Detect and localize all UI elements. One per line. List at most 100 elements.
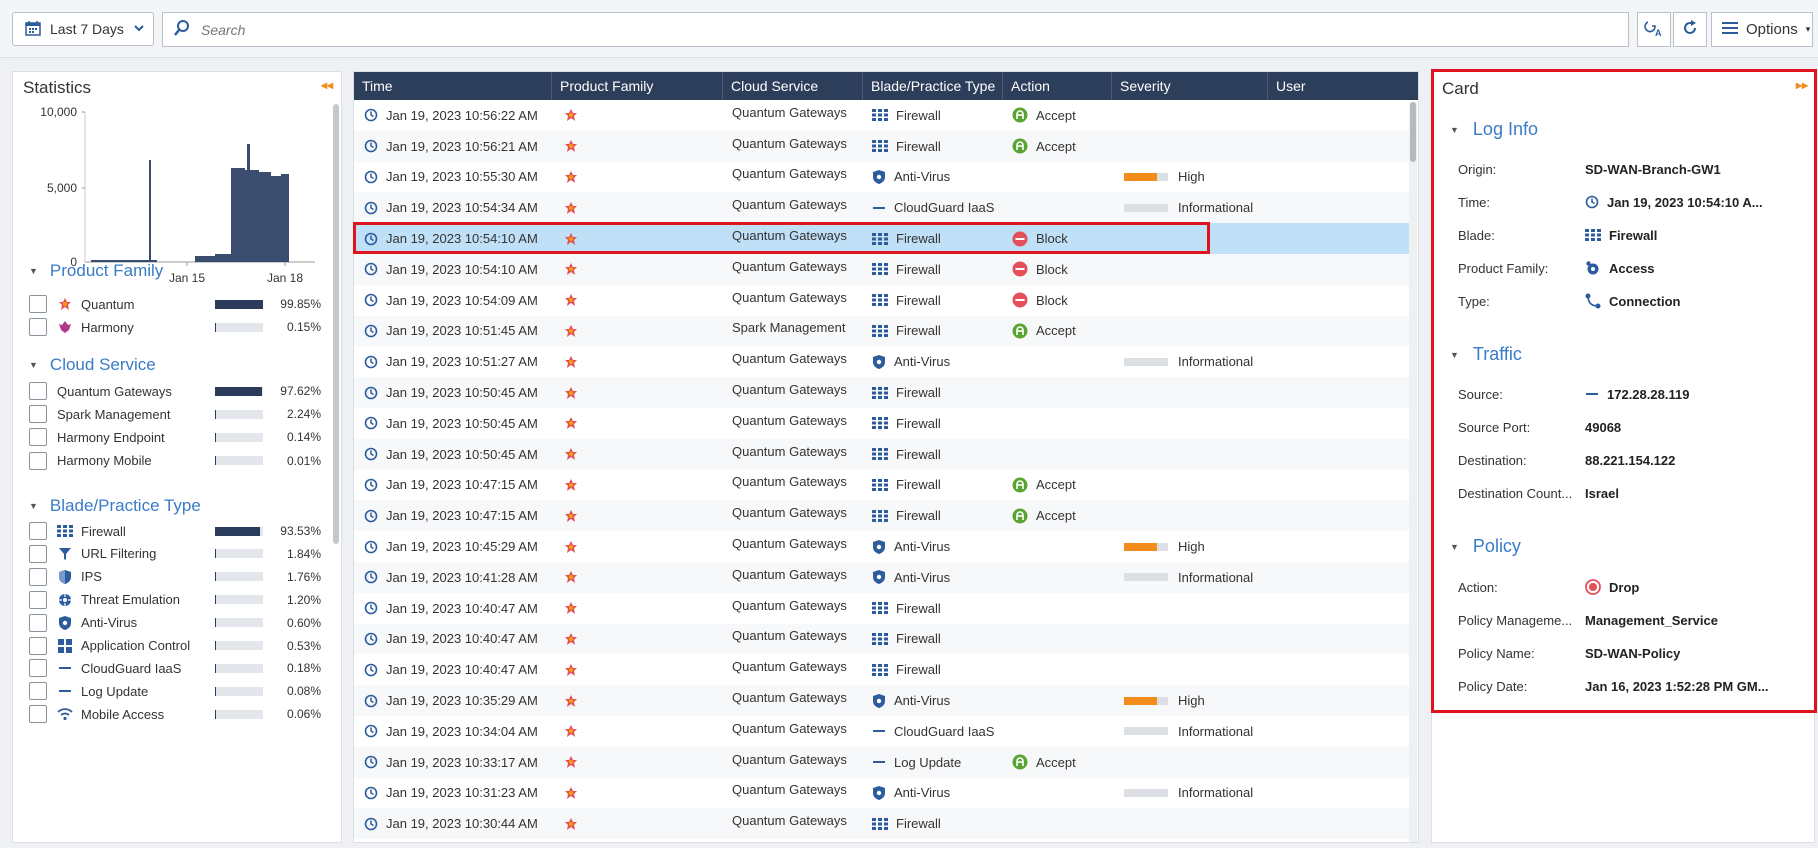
collapse-left-icon[interactable]: ◂◂ [321,78,333,92]
collapse-triangle-icon[interactable]: ▼ [1450,350,1459,360]
filter-checkbox[interactable] [29,682,47,701]
refresh-button[interactable] [1673,12,1707,47]
table-row[interactable]: Jan 19, 2023 10:33:17 AM Quantum Gateways… [354,746,1410,778]
table-row[interactable]: Jan 19, 2023 10:51:27 AM Quantum Gateways… [354,346,1410,377]
column-header-cloud-service[interactable]: Cloud Service [723,72,863,100]
stat-item-ips[interactable]: IPS 1.76% [29,565,329,589]
collapse-triangle-icon[interactable]: ▼ [1450,542,1459,552]
table-row[interactable]: Jan 19, 2023 10:47:15 AM Quantum Gateways… [354,500,1410,532]
table-row[interactable]: Jan 19, 2023 10:54:10 AM Quantum Gateways… [354,254,1410,285]
cloud-service-cell: Quantum Gateways [732,282,847,313]
section-header-cloud-service[interactable]: ▼ Cloud Service [29,355,156,375]
collapse-right-icon[interactable]: ▸▸ [1796,78,1808,92]
filter-checkbox[interactable] [29,428,47,447]
search-input[interactable] [201,21,1601,38]
stat-item-anti-virus[interactable]: Anti-Virus 0.60% [29,611,329,635]
table-row[interactable]: Jan 19, 2023 10:56:21 AM Quantum Gateways… [354,128,1410,162]
table-row[interactable]: Jan 19, 2023 10:45:29 AM Quantum Gateways… [354,531,1410,562]
time-cell: Jan 19, 2023 10:34:04 AM [364,716,538,747]
table-row[interactable]: Jan 19, 2023 10:31:23 AM Quantum Gateways… [354,778,1410,809]
filter-checkbox[interactable] [29,382,47,400]
table-row[interactable]: Jan 19, 2023 10:40:47 AM Quantum Gateways… [354,654,1410,685]
filter-checkbox[interactable] [29,705,47,724]
section-header-product-family[interactable]: ▼ Product Family [29,261,163,281]
stat-item-percent: 1.20% [286,592,321,607]
stat-item-harmony[interactable]: Harmony 0.15% [29,315,329,339]
card-field-key: Time: [1458,194,1491,210]
collapse-triangle-icon[interactable]: ▼ [29,501,38,511]
accept-icon [1012,323,1028,339]
filter-checkbox[interactable] [29,522,47,540]
table-row[interactable]: Jan 19, 2023 10:50:45 AM Quantum Gateways… [354,438,1410,470]
stat-item-harmony-endpoint[interactable]: Harmony Endpoint 0.14% [29,425,329,449]
filter-checkbox[interactable] [29,636,47,655]
table-row[interactable]: Jan 19, 2023 10:50:45 AM Quantum Gateways… [354,408,1410,439]
collapse-triangle-icon[interactable]: ▼ [29,266,38,276]
table-row[interactable]: Jan 19, 2023 10:51:45 AM Spark Management… [354,315,1410,347]
table-row[interactable]: Jan 19, 2023 10:47:15 AM Quantum Gateways… [354,470,1410,501]
options-button[interactable]: Options ▾ [1711,12,1813,47]
stat-item-quantum[interactable]: Quantum 99.85% [29,292,329,316]
stat-item-application-control[interactable]: Application Control 0.53% [29,634,329,658]
card-section-policy[interactable]: ▼ Policy [1450,536,1521,557]
filter-checkbox[interactable] [29,544,47,563]
section-header-blade-practice-type[interactable]: ▼ Blade/Practice Type [29,496,201,516]
table-row[interactable]: Jan 19, 2023 10:35:29 AM Quantum Gateways… [354,685,1410,716]
table-row[interactable]: Jan 19, 2023 10:54:34 AM Quantum Gateways… [354,192,1410,224]
card-section-traffic[interactable]: ▼ Traffic [1450,344,1522,365]
query-language-button[interactable]: A [1637,12,1671,47]
filter-checkbox[interactable] [29,567,47,586]
stat-item-percent: 0.08% [286,684,321,699]
card-field-key: Action: [1458,579,1498,595]
filter-checkbox[interactable] [29,590,47,609]
stat-item-url-filtering[interactable]: URL Filtering 1.84% [29,542,329,566]
logs-scrollbar-thumb[interactable] [1410,102,1416,162]
stat-item-quantum-gateways[interactable]: Quantum Gateways 97.62% [29,379,329,403]
column-header-time[interactable]: Time [354,72,552,100]
table-row[interactable]: Jan 19, 2023 10:54:10 AM Quantum Gateways… [354,223,1410,254]
search-bar[interactable] [162,12,1629,47]
stat-item-threat-emulation[interactable]: Threat Emulation 1.20% [29,588,329,612]
table-row[interactable]: Jan 19, 2023 10:56:22 AM Quantum Gateways… [354,100,1410,131]
severity-cell: Informational [1124,192,1253,223]
table-row[interactable]: Jan 19, 2023 10:54:09 AM Quantum Gateways… [354,285,1410,316]
filter-checkbox[interactable] [29,613,47,632]
column-header-blade[interactable]: Blade/Practice Type [863,72,1003,100]
collapse-triangle-icon[interactable]: ▼ [1450,125,1459,135]
blade-cell: CloudGuard IaaS [872,716,994,747]
stat-item-harmony-mobile[interactable]: Harmony Mobile 0.01% [29,449,329,473]
filter-checkbox[interactable] [29,659,47,678]
stat-item-mobile-access[interactable]: Mobile Access 0.06% [29,702,329,726]
table-row[interactable]: Jan 19, 2023 10:40:47 AM Quantum Gateways… [354,593,1410,624]
stat-item-label: Spark Management [57,406,171,422]
clock-icon [364,232,378,246]
collapse-triangle-icon[interactable]: ▼ [29,360,38,370]
stat-item-spark-management[interactable]: Spark Management 2.24% [29,402,329,426]
anti-virus-icon [57,615,73,631]
column-header-product-family[interactable]: Product Family [552,72,723,100]
table-row[interactable]: Jan 19, 2023 10:30:44 AM Quantum Gateways… [354,808,1410,840]
stat-item-cloudguard-iaas[interactable]: CloudGuard IaaS 0.18% [29,656,329,680]
table-row[interactable]: Jan 19, 2023 10:41:28 AM Quantum Gateways… [354,562,1410,593]
table-row[interactable]: Jan 19, 2023 10:34:04 AM Quantum Gateways… [354,716,1410,747]
cloud-service-cell: Quantum Gateways [732,128,847,159]
table-row[interactable]: Jan 19, 2023 10:40:47 AM Quantum Gateways… [354,621,1410,655]
time-text: Jan 19, 2023 10:55:30 AM [386,169,538,185]
logs-scrollbar[interactable] [1409,102,1417,842]
filter-checkbox[interactable] [29,295,47,313]
column-header-action[interactable]: Action [1003,72,1112,100]
stat-item-log-update[interactable]: Log Update 0.08% [29,679,329,703]
cloud-service-cell: Quantum Gateways [732,621,847,652]
stat-item-firewall[interactable]: Firewall 93.53% [29,519,329,543]
statistics-scrollbar[interactable] [333,104,339,544]
card-section-log-info[interactable]: ▼ Log Info [1450,119,1538,140]
column-header-user[interactable]: User [1268,72,1418,100]
filter-checkbox[interactable] [29,318,47,336]
blade-text: Firewall [896,292,941,308]
filter-checkbox[interactable] [29,405,47,424]
filter-checkbox[interactable] [29,451,47,470]
table-row[interactable]: Jan 19, 2023 10:50:45 AM Quantum Gateways… [354,377,1410,408]
column-header-severity[interactable]: Severity [1112,72,1268,100]
date-range-button[interactable]: Last 7 Days [12,12,154,46]
table-row[interactable]: Jan 19, 2023 10:55:30 AM Quantum Gateways… [354,162,1410,193]
